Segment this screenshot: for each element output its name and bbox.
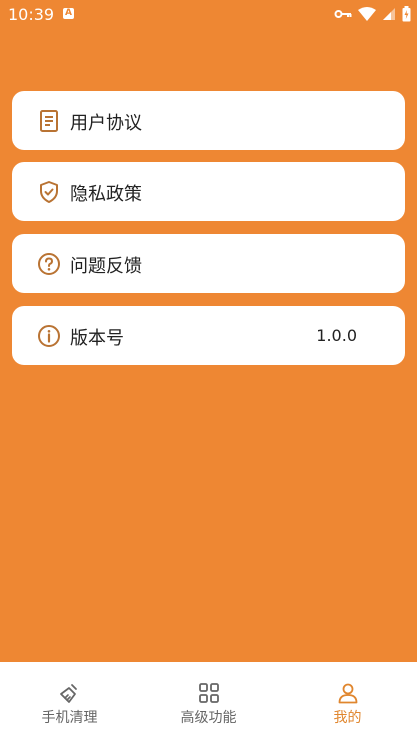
tab-phone-clean[interactable]: 手机清理 [0, 662, 139, 741]
menu-item-feedback[interactable]: 问题反馈 [12, 234, 405, 293]
menu-item-user-agreement[interactable]: 用户协议 [12, 91, 405, 150]
tab-advanced-features[interactable]: 高级功能 [139, 662, 278, 741]
menu-item-label: 用户协议 [70, 113, 142, 134]
menu-item-version[interactable]: 版本号 1.0.0 [12, 306, 405, 365]
menu-item-label: 版本号 [70, 328, 124, 349]
app-notification-icon: A [63, 8, 74, 19]
version-value: 1.0.0 [316, 326, 357, 345]
status-icons [334, 6, 411, 22]
signal-icon [383, 8, 395, 20]
wifi-icon [358, 6, 376, 21]
info-circle-icon [38, 325, 60, 347]
menu-item-label: 隐私政策 [70, 184, 142, 205]
document-icon [40, 110, 58, 132]
tab-mine[interactable]: 我的 [278, 662, 417, 741]
tab-label: 我的 [333, 710, 362, 726]
bottom-tab-bar: 手机清理 高级功能 我的 [0, 662, 417, 741]
tab-label: 手机清理 [41, 710, 98, 726]
broom-icon [60, 684, 77, 703]
user-icon [338, 683, 358, 704]
battery-icon [402, 6, 411, 22]
status-time: 10:39 [8, 5, 55, 24]
tab-label: 高级功能 [180, 710, 237, 726]
menu-item-label: 问题反馈 [70, 256, 142, 277]
vpn-key-icon [334, 10, 352, 18]
menu-item-privacy-policy[interactable]: 隐私政策 [12, 162, 405, 221]
question-circle-icon [38, 253, 60, 275]
shield-check-icon [40, 181, 58, 203]
grid-icon [199, 683, 219, 703]
status-bar: 10:39 A [0, 0, 417, 30]
